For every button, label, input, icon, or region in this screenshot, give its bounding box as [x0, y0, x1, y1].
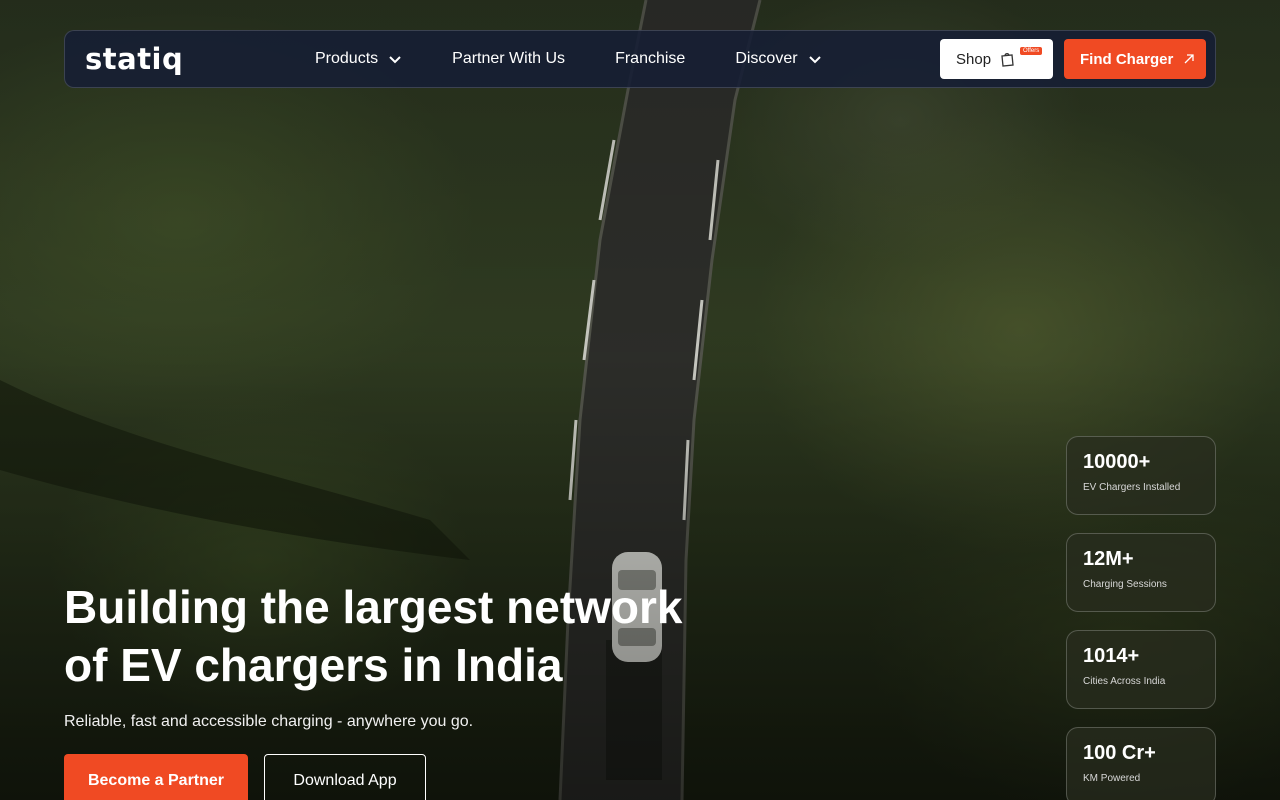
download-app-button[interactable]: Download App [264, 754, 426, 800]
stat-label: Charging Sessions [1083, 579, 1167, 590]
shop-button-label: Shop [956, 50, 992, 68]
stat-value: 10000+ [1083, 451, 1151, 473]
nav-item-partner-with-us[interactable]: Partner With Us [452, 50, 565, 68]
find-charger-button[interactable]: Find Charger [1064, 39, 1206, 79]
nav-links: Products Partner With Us Franchise Disco… [315, 31, 872, 87]
shop-button[interactable]: Shop Offers [940, 39, 1053, 79]
stat-value: 1014+ [1083, 645, 1140, 667]
nav-item-label: Franchise [615, 50, 686, 67]
stat-value: 100 Cr+ [1083, 742, 1156, 764]
stat-card-chargers: 10000+ EV Chargers Installed [1066, 436, 1216, 515]
stats-panel: 10000+ EV Chargers Installed 12M+ Chargi… [1066, 436, 1216, 800]
arrow-up-right-icon [1184, 54, 1194, 64]
nav-item-label: Discover [735, 50, 798, 67]
chevron-down-icon [808, 56, 821, 64]
stat-label: EV Chargers Installed [1083, 482, 1181, 493]
stat-value: 12M+ [1083, 548, 1134, 570]
nav-item-label: Products [315, 50, 379, 67]
hero-subtitle: Reliable, fast and accessible charging -… [64, 713, 474, 730]
nav-item-franchise[interactable]: Franchise [615, 50, 685, 68]
nav-item-products[interactable]: Products [315, 50, 402, 68]
statiq-logo[interactable]: statiq [85, 43, 183, 75]
find-charger-label: Find Charger [1080, 50, 1174, 68]
chevron-down-icon [389, 56, 401, 64]
offers-badge: Offers [1020, 47, 1043, 55]
stat-card-sessions: 12M+ Charging Sessions [1066, 533, 1216, 612]
main-nav-bar: statiq Products Partner With Us Franchis… [64, 30, 1216, 88]
become-partner-button[interactable]: Become a Partner [64, 754, 248, 800]
hero-headline-line-1: Building the largest network [64, 581, 683, 633]
hero-headline: Building the largest network of EV charg… [64, 578, 744, 694]
stat-label: KM Powered [1083, 773, 1141, 784]
stat-card-km: 100 Cr+ KM Powered [1066, 727, 1216, 800]
nav-item-discover[interactable]: Discover [735, 50, 821, 68]
nav-item-label: Partner With Us [452, 50, 566, 67]
stat-card-cities: 1014+ Cities Across India [1066, 630, 1216, 709]
shopping-bag-icon [1001, 53, 1014, 67]
hero-headline-line-2: of EV chargers in India [64, 639, 563, 691]
stat-label: Cities Across India [1083, 676, 1166, 687]
